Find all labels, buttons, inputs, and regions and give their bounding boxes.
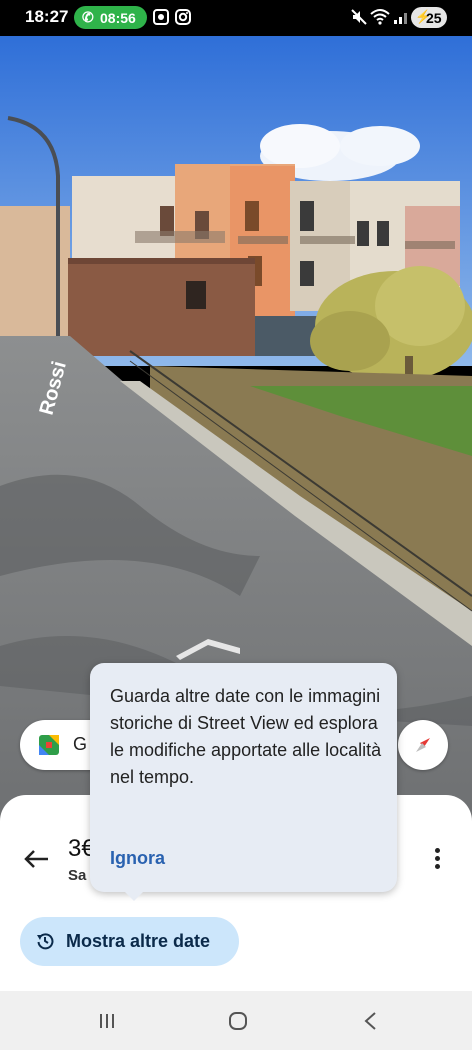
show-more-dates-button[interactable]: Mostra altre date [20, 917, 239, 966]
tooltip-tail [122, 889, 146, 901]
status-time: 18:27 [25, 7, 69, 26]
nav-recent-icon[interactable] [97, 1011, 117, 1031]
historical-imagery-tooltip: Guarda altre date con le immagini storic… [90, 663, 397, 901]
history-icon [37, 933, 54, 950]
battery-icon: ⚡ 25 [411, 7, 447, 28]
battery-level: 25 [426, 10, 442, 26]
tooltip-message: Guarda altre date con le immagini storic… [110, 686, 382, 787]
maps-logo-icon [39, 735, 59, 755]
compass-button[interactable] [398, 720, 448, 770]
mute-icon [351, 9, 367, 25]
compass-icon [416, 738, 430, 752]
back-arrow-icon[interactable] [22, 847, 50, 871]
call-timer: 08:56 [100, 10, 136, 26]
signal-icon [394, 13, 407, 24]
status-bar: 18:27 ✆ 08:56 ⚡ 25 [0, 0, 472, 36]
phone-icon: ✆ [82, 9, 94, 25]
show-more-dates-label: Mostra altre date [66, 931, 211, 951]
maps-search-text: G [73, 734, 88, 754]
instagram-icon [175, 9, 191, 25]
screen-record-icon [153, 9, 169, 25]
dismiss-button[interactable]: Ignora [110, 848, 165, 869]
nav-home-icon[interactable] [228, 1011, 248, 1031]
ongoing-call-pill[interactable]: ✆ 08:56 [74, 6, 147, 29]
more-vert-icon[interactable] [428, 845, 446, 873]
system-nav-bar [0, 991, 472, 1050]
nav-back-icon[interactable] [361, 1011, 381, 1031]
wifi-icon [370, 9, 390, 25]
